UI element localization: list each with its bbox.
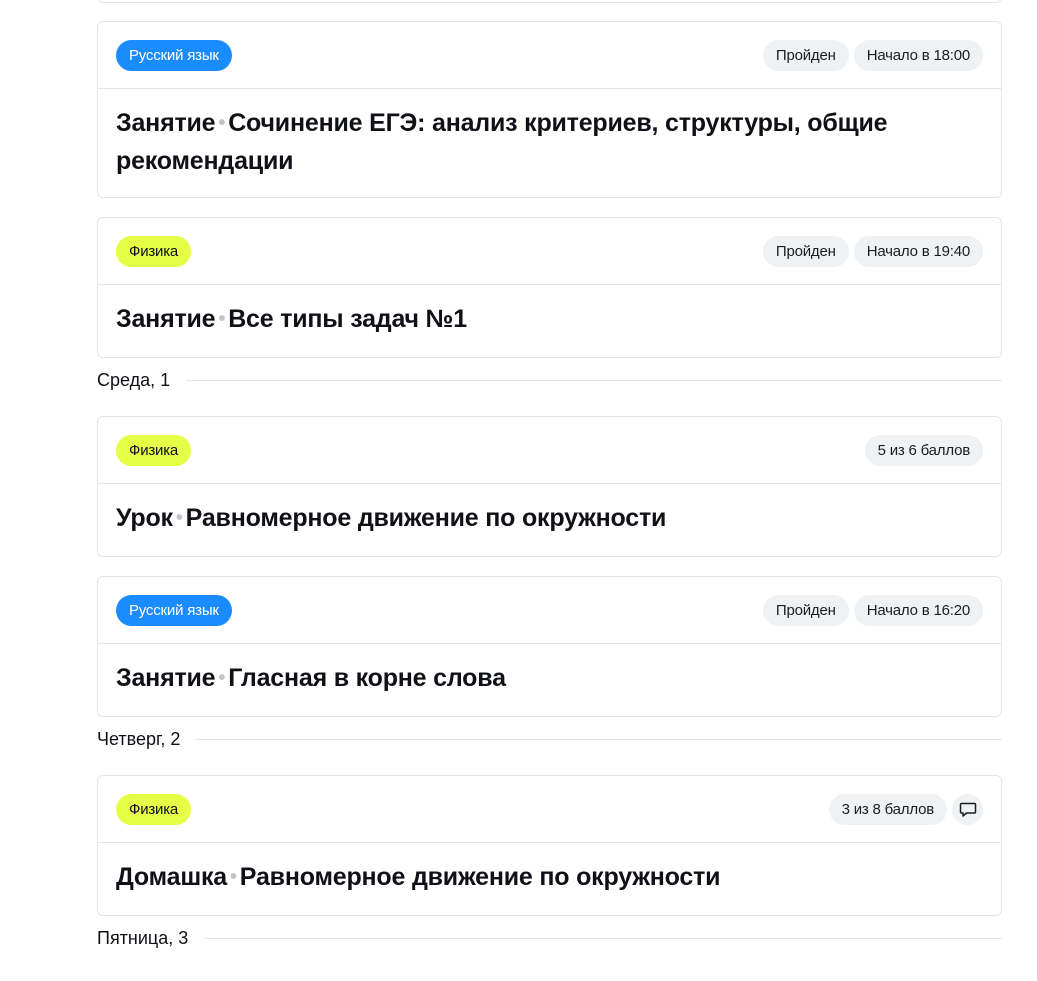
card-title[interactable]: Занятие • Сочинение ЕГЭ: анализ критериев,… <box>98 89 1001 197</box>
separator-dot: • <box>218 112 226 134</box>
start-time-badge: Начало в 19:40 <box>853 235 983 267</box>
subject-tag[interactable]: Физика <box>116 793 192 825</box>
card-meta: Пройден Начало в 18:00 <box>762 39 983 71</box>
subject-tag[interactable]: Русский язык <box>116 594 232 626</box>
separator-dot: • <box>175 507 183 529</box>
day-label: Четверг, 2 <box>97 728 181 749</box>
subject-tag[interactable]: Физика <box>116 235 192 267</box>
score-badge: 5 из 6 баллов <box>864 434 983 466</box>
card-meta: 3 из 8 баллов <box>828 793 983 825</box>
card-meta: 5 из 6 баллов <box>864 434 983 466</box>
item-title: Равномерное движение по окружности <box>239 863 721 891</box>
card-header: Физика 3 из 8 баллов <box>98 776 1001 843</box>
item-title: Равномерное движение по окружности <box>185 504 667 532</box>
homework-card[interactable]: Физика 3 из 8 баллов Домашка • Равномерное… <box>97 775 1002 916</box>
card-header: Русский язык Пройден Начало в 16:20 <box>98 577 1001 644</box>
card-meta: Пройден Начало в 19:40 <box>762 235 983 267</box>
divider <box>204 937 1002 939</box>
chat-icon <box>959 802 976 817</box>
day-heading: Среда, 1 <box>97 363 1002 397</box>
previous-card-edge <box>97 0 1002 3</box>
card-title[interactable]: Занятие • Все типы задач №1 <box>98 285 1001 357</box>
divider <box>186 379 1002 381</box>
score-badge: 3 из 8 баллов <box>828 793 947 825</box>
card-meta: Пройден Начало в 16:20 <box>762 594 983 626</box>
day-heading: Четверг, 2 <box>97 722 1002 756</box>
schedule-feed: Русский язык Пройден Начало в 18:00 Заня… <box>97 0 1002 974</box>
comments-button[interactable] <box>952 793 983 825</box>
status-badge: Пройден <box>762 235 849 267</box>
item-title: Гласная в корне слова <box>228 664 506 692</box>
day-heading: Пятница, 3 <box>97 921 1002 955</box>
day-label: Пятница, 3 <box>97 927 189 948</box>
item-type: Занятие <box>116 664 216 692</box>
lesson-card[interactable]: Русский язык Пройден Начало в 16:20 Заня… <box>97 576 1002 717</box>
item-title: Сочинение ЕГЭ: анализ критериев, структу… <box>116 109 888 175</box>
status-badge: Пройден <box>762 39 849 71</box>
day-label: Среда, 1 <box>97 369 171 390</box>
lesson-card[interactable]: Русский язык Пройден Начало в 18:00 Заня… <box>97 21 1002 198</box>
card-title[interactable]: Домашка • Равномерное движение по окружнос… <box>98 843 1001 915</box>
card-header: Русский язык Пройден Начало в 18:00 <box>98 22 1001 89</box>
item-type: Домашка <box>116 863 227 891</box>
subject-tag[interactable]: Русский язык <box>116 39 232 71</box>
separator-dot: • <box>218 308 226 330</box>
item-type: Занятие <box>116 109 216 137</box>
start-time-badge: Начало в 16:20 <box>853 594 983 626</box>
lesson-card[interactable]: Физика Пройден Начало в 19:40 Занятие • Вс… <box>97 217 1002 358</box>
item-type: Урок <box>116 504 173 532</box>
divider <box>196 738 1002 740</box>
start-time-badge: Начало в 18:00 <box>853 39 983 71</box>
card-title[interactable]: Занятие • Гласная в корне слова <box>98 644 1001 716</box>
card-title[interactable]: Урок • Равномерное движение по окружности <box>98 484 1001 556</box>
subject-tag[interactable]: Физика <box>116 434 192 466</box>
status-badge: Пройден <box>762 594 849 626</box>
item-type: Занятие <box>116 305 216 333</box>
lesson-card[interactable]: Физика 5 из 6 баллов Урок • Равномерное дв… <box>97 416 1002 557</box>
card-header: Физика Пройден Начало в 19:40 <box>98 218 1001 285</box>
separator-dot: • <box>229 866 237 888</box>
separator-dot: • <box>218 667 226 689</box>
item-title: Все типы задач №1 <box>228 305 467 333</box>
card-header: Физика 5 из 6 баллов <box>98 417 1001 484</box>
